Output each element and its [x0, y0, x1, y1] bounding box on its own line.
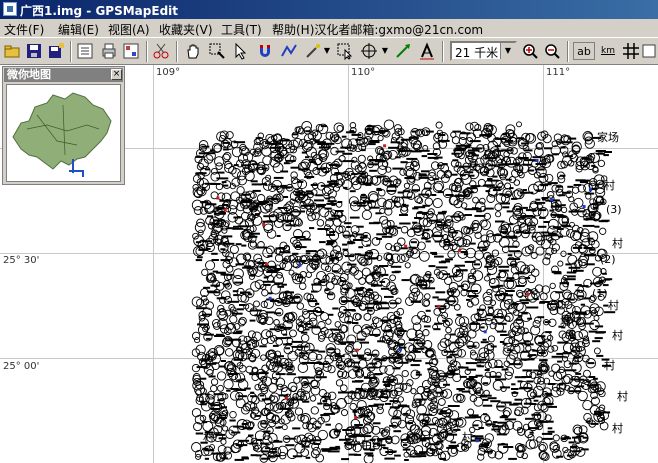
place-label: 村: [617, 390, 628, 403]
poi-marker-cluster: [191, 119, 616, 463]
place-label: 村: [203, 431, 214, 444]
latitude-label: 25° 00': [3, 361, 40, 372]
print-icon[interactable]: [100, 42, 118, 60]
place-label: 家场: [597, 131, 619, 144]
grid-dialog-icon[interactable]: [122, 42, 140, 60]
toolbar-separator: [442, 41, 444, 62]
grid-line-lon: [153, 65, 154, 463]
place-label: 村: [612, 329, 623, 342]
title-bar: 广西1.img - GPSMapEdit: [0, 0, 658, 19]
close-icon[interactable]: ×: [111, 69, 122, 80]
hand-pan-icon[interactable]: [184, 42, 202, 60]
save-icon[interactable]: [25, 42, 43, 60]
open-icon[interactable]: [3, 42, 21, 60]
select-arrow-icon[interactable]: [232, 42, 250, 60]
window-title: 广西1.img - GPSMapEdit: [20, 4, 179, 18]
place-label: 村: [604, 359, 615, 372]
province-shape: [12, 92, 112, 177]
scale-toggle-button[interactable]: km: [598, 42, 618, 60]
menu-file[interactable]: 文件(F): [4, 21, 44, 38]
place-label: 村: [608, 299, 619, 312]
zoom-level-value: 21 千米: [455, 46, 499, 60]
zoom-out-icon[interactable]: [543, 42, 561, 60]
toolbar-overflow-icon[interactable]: [642, 42, 656, 60]
place-label: 宁铂约: [350, 439, 383, 452]
place-label: 塘(2): [560, 315, 587, 328]
save-as-icon[interactable]: [47, 42, 65, 60]
polyline-icon[interactable]: [280, 42, 298, 60]
chevron-down-icon[interactable]: ▼: [500, 43, 515, 59]
place-label: 村: [612, 237, 623, 250]
longitude-label: 111°: [546, 67, 571, 78]
magic-wand-icon[interactable]: [304, 42, 322, 60]
menu-edit[interactable]: 编辑(E): [58, 21, 99, 38]
magnet-icon[interactable]: [256, 42, 274, 60]
zoom-in-icon[interactable]: [521, 42, 539, 60]
toolbar-separator: [146, 41, 148, 62]
dropdown-arrow-icon[interactable]: ▼: [380, 42, 390, 60]
latitude-label: 25° 30': [3, 255, 40, 266]
mini-map-panel[interactable]: 微你地图 ×: [2, 66, 125, 185]
toolbar-separator: [567, 41, 569, 62]
place-label: 村: [462, 431, 473, 444]
scissors-icon[interactable]: [152, 42, 170, 60]
menu-bar: 文件(F) 编辑(E) 视图(A) 收藏夹(V) 工具(T) 帮助(H)汉化者邮…: [0, 19, 658, 37]
toolbar: ▼ ▼ 21 千米 ▼ ab km: [0, 37, 658, 65]
menu-tools[interactable]: 工具(T): [221, 21, 262, 38]
place-label: (1): [592, 287, 608, 300]
toolbar-separator: [176, 41, 178, 62]
app-icon: [3, 2, 17, 16]
longitude-label: 110°: [351, 67, 376, 78]
place-label: (3): [606, 203, 622, 216]
mini-map-view[interactable]: [6, 84, 121, 182]
place-label: 村: [604, 179, 615, 192]
menu-view[interactable]: 视图(A): [108, 21, 150, 38]
longitude-label: 109°: [156, 67, 181, 78]
properties-icon[interactable]: [76, 42, 94, 60]
dropdown-arrow-icon[interactable]: ▼: [322, 42, 332, 60]
map-data-layer: [191, 119, 616, 463]
node-select-icon[interactable]: [336, 42, 354, 61]
edit-label-icon[interactable]: [418, 42, 436, 60]
move-target-icon[interactable]: [360, 42, 378, 60]
place-label: 村: [612, 422, 623, 435]
menu-favorites[interactable]: 收藏夹(V): [159, 21, 213, 38]
zoom-rect-icon[interactable]: [208, 42, 226, 60]
place-label: (2): [600, 253, 616, 266]
labels-toggle-button[interactable]: ab: [573, 42, 595, 60]
menu-help[interactable]: 帮助(H)汉化者邮箱:gxmo@21cn.com: [272, 21, 483, 38]
add-point-icon[interactable]: [394, 42, 412, 60]
zoom-level-select[interactable]: 21 千米 ▼: [450, 41, 517, 61]
toolbar-separator: [70, 41, 72, 62]
grid-toggle-icon[interactable]: [622, 42, 640, 60]
mini-map-title: 微你地图: [4, 68, 123, 82]
